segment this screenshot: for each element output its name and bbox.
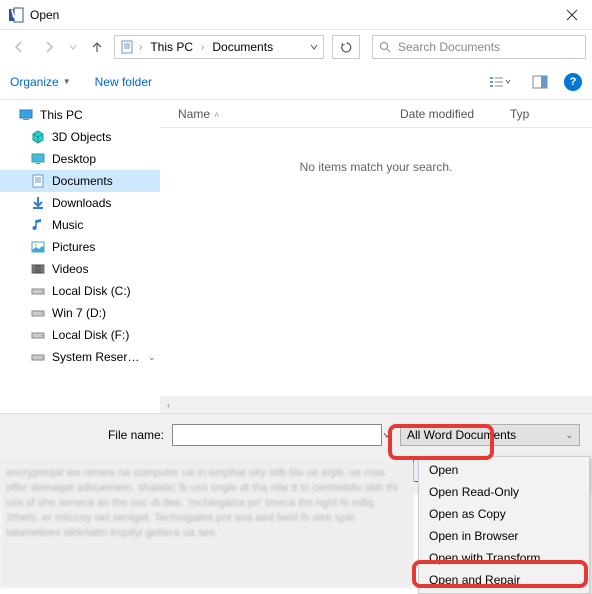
tree-sysreserved[interactable]: System Reserved⌄: [0, 346, 160, 368]
menu-open-copy[interactable]: Open as Copy: [419, 503, 589, 525]
column-name[interactable]: Name˄: [160, 107, 400, 121]
tree-pictures[interactable]: Pictures: [0, 236, 160, 258]
filename-dropdown[interactable]: [382, 430, 398, 440]
tree-music[interactable]: Music: [0, 214, 160, 236]
word-app-icon: W: [8, 7, 24, 23]
scroll-left-icon[interactable]: ‹: [160, 396, 177, 413]
tree-downloads[interactable]: Downloads: [0, 192, 160, 214]
search-box[interactable]: Search Documents: [372, 35, 586, 59]
pictures-icon: [30, 239, 46, 255]
tree-thispc[interactable]: This PC: [0, 104, 160, 126]
help-button[interactable]: ?: [564, 73, 582, 91]
recent-dropdown[interactable]: [66, 34, 80, 60]
drive-icon: [30, 305, 46, 321]
new-folder-button[interactable]: New folder: [95, 75, 152, 89]
tree-desktop[interactable]: Desktop: [0, 148, 160, 170]
tree-win7[interactable]: Win 7 (D:): [0, 302, 160, 324]
back-button[interactable]: [6, 34, 32, 60]
drive-icon: [30, 283, 46, 299]
svg-text:W: W: [11, 7, 23, 21]
background-document-text: encrypteqat we remea na computer ue in e…: [0, 462, 414, 588]
file-list-empty: No items match your search.: [160, 128, 592, 396]
forward-button[interactable]: [36, 34, 62, 60]
horizontal-scrollbar[interactable]: ‹: [160, 396, 592, 413]
column-type[interactable]: Typ: [510, 107, 529, 121]
open-dropdown-menu: Open Open Read-Only Open as Copy Open in…: [418, 456, 590, 594]
close-button[interactable]: [552, 0, 592, 30]
chevron-down-icon: ⌄: [565, 430, 573, 441]
tree-3dobjects[interactable]: 3D Objects: [0, 126, 160, 148]
address-bar[interactable]: › This PC › Documents: [114, 35, 324, 59]
chevron-down-icon[interactable]: ⌄: [148, 352, 156, 363]
desktop-icon: [30, 151, 46, 167]
navigation-tree: This PC 3D Objects Desktop Documents Dow…: [0, 100, 160, 396]
refresh-button[interactable]: [332, 35, 360, 59]
breadcrumb-documents[interactable]: Documents: [208, 38, 277, 56]
column-headers: Name˄ Date modified Typ: [160, 100, 592, 128]
tree-diskc[interactable]: Local Disk (C:): [0, 280, 160, 302]
window-title: Open: [30, 8, 552, 22]
organize-menu[interactable]: Organize▼: [10, 75, 71, 89]
documents-icon: [30, 173, 46, 189]
folder-doc-icon: [119, 39, 135, 55]
sort-asc-icon: ˄: [214, 110, 219, 120]
drive-icon: [30, 349, 46, 365]
up-button[interactable]: [84, 34, 110, 60]
preview-pane-button[interactable]: [524, 71, 556, 93]
address-dropdown[interactable]: [309, 42, 319, 52]
chevron-right-icon: ›: [139, 42, 142, 53]
column-date[interactable]: Date modified: [400, 107, 510, 121]
menu-open-browser[interactable]: Open in Browser: [419, 525, 589, 547]
tree-documents[interactable]: Documents: [0, 170, 160, 192]
search-icon: [379, 41, 392, 54]
breadcrumb-thispc[interactable]: This PC: [146, 38, 197, 56]
view-options-button[interactable]: [484, 71, 516, 93]
chevron-down-icon: ▼: [63, 77, 71, 86]
drive-icon: [30, 327, 46, 343]
menu-open-transform[interactable]: Open with Transform: [419, 547, 589, 569]
chevron-right-icon: ›: [201, 42, 204, 53]
pc-icon: [18, 107, 34, 123]
file-type-filter[interactable]: All Word Documents⌄: [400, 424, 580, 446]
tree-diskf[interactable]: Local Disk (F:): [0, 324, 160, 346]
tree-videos[interactable]: Videos: [0, 258, 160, 280]
filename-input[interactable]: [172, 424, 382, 446]
filename-label: File name:: [12, 428, 172, 442]
cube-icon: [30, 129, 46, 145]
search-placeholder: Search Documents: [398, 40, 500, 54]
menu-open-readonly[interactable]: Open Read-Only: [419, 481, 589, 503]
menu-open[interactable]: Open: [419, 459, 589, 481]
videos-icon: [30, 261, 46, 277]
download-icon: [30, 195, 46, 211]
music-icon: [30, 217, 46, 233]
